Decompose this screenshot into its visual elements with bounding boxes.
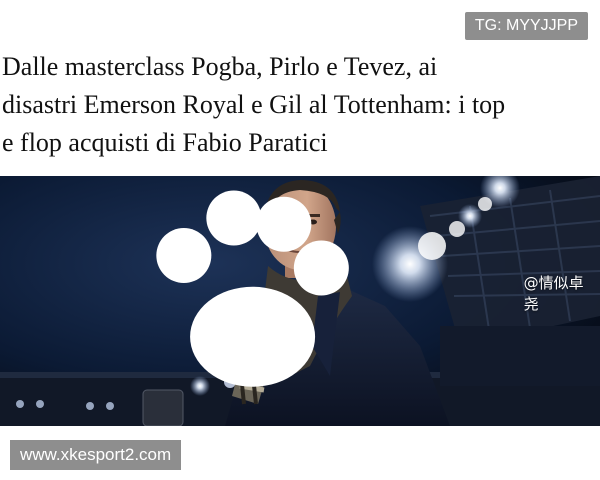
site-url-badge: www.xkesport2.com [10,440,182,470]
headline-line-3: e flop acquisti di Fabio Paratici [2,128,328,157]
article-headline: Dalle masterclass Pogba, Pirlo e Tevez, … [2,48,598,162]
hero-image: @情似卓尧 [0,176,600,426]
tg-badge: TG: MYYJJPP [464,12,588,40]
image-watermark: @情似卓尧 [0,176,592,418]
paw-icon [156,190,349,387]
article-page: TG: MYYJJPP Dalle masterclass Pogba, Pir… [0,0,600,480]
headline-line-2: disastri Emerson Royal e Gil al Tottenha… [2,90,506,119]
headline-line-1: Dalle masterclass Pogba, Pirlo e Tevez, … [2,52,438,81]
watermark-text: @情似卓尧 [523,274,584,313]
